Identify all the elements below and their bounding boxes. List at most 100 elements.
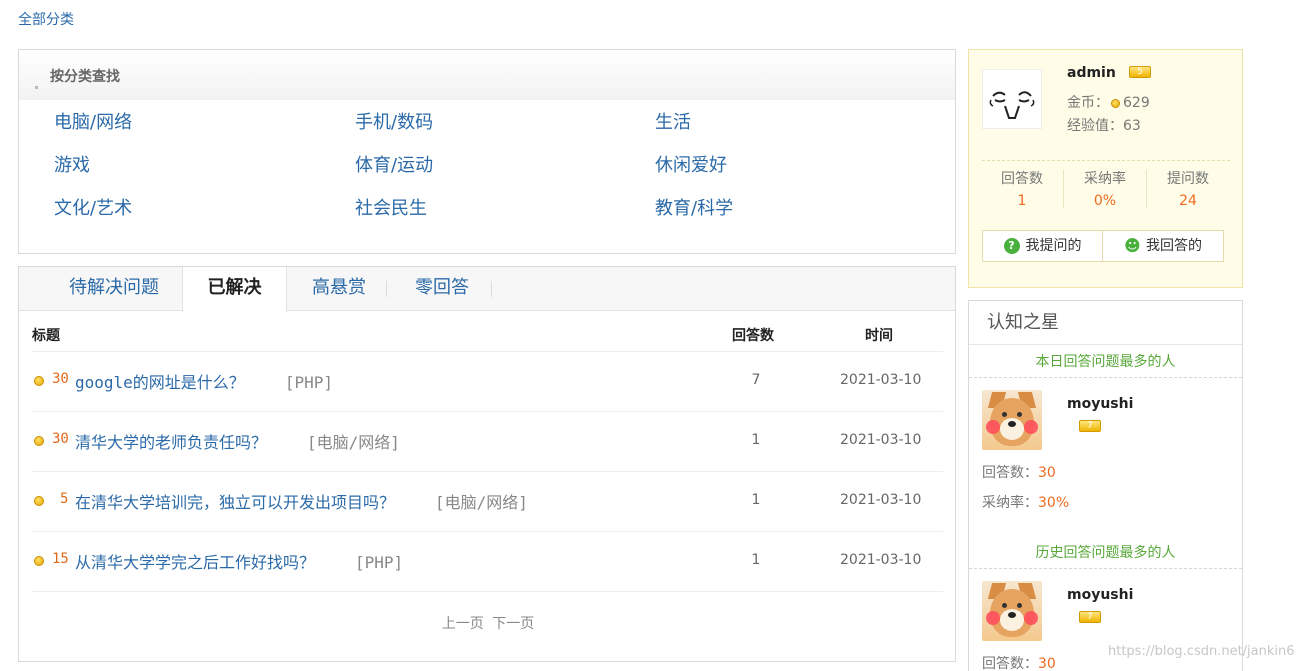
star-avatar[interactable] (982, 390, 1042, 450)
avatar-face-icon (989, 91, 1035, 119)
question-title[interactable]: 从清华大学学完之后工作好找吗？ (75, 553, 315, 572)
question-date: 2021-03-10 (840, 552, 922, 568)
tab-unsolved[interactable]: 待解决问题 (69, 267, 159, 311)
question-tag[interactable]: [PHP] (285, 373, 333, 392)
user-check-icon: ☻ (1124, 236, 1141, 255)
category-link[interactable]: 体育/运动 (355, 151, 433, 177)
coins-label: 金币： (1067, 95, 1109, 111)
stat-value: 1 (1017, 193, 1027, 209)
reward-value: 30 (52, 371, 69, 387)
coin-icon (34, 376, 44, 386)
my-questions-button[interactable]: ? 我提问的 (983, 231, 1103, 261)
today-top-title: 本日回答问题最多的人 (1035, 354, 1176, 370)
stat-label: 回答数 (1001, 171, 1043, 187)
answer-count: 1 (751, 432, 761, 448)
answers-label: 回答数： (982, 656, 1038, 671)
level-badge: 7 (1079, 420, 1101, 432)
coin-icon (34, 496, 44, 506)
column-answers: 回答数 (732, 328, 774, 344)
stat-label: 采纳率 (1084, 171, 1126, 187)
divider (982, 160, 1230, 161)
history-top-title: 历史回答问题最多的人 (1035, 545, 1176, 561)
avatar-cheek (986, 420, 1000, 434)
avatar-eye (1002, 412, 1007, 417)
stars-panel: 认知之星 本日回答问题最多的人 moyushi 7 回答数：30 采纳率：30%… (968, 300, 1243, 671)
category-header: 按分类查找 (19, 50, 955, 100)
level-badge: 5 (1129, 66, 1151, 78)
question-title[interactable]: 在清华大学培训完，独立可以开发出项目吗？ (75, 493, 395, 512)
question-tabs: 待解决问题 已解决 高悬赏 零回答 (19, 267, 955, 312)
avatar-eye (1017, 603, 1022, 608)
my-answers-label: 我回答的 (1146, 238, 1202, 254)
avatar-cheek (1024, 611, 1038, 625)
reward-value: 30 (52, 431, 69, 447)
stat-label: 提问数 (1167, 171, 1209, 187)
category-link[interactable]: 生活 (655, 108, 691, 134)
exp-label: 经验值： (1067, 118, 1123, 134)
avatar-eye (1002, 603, 1007, 608)
answer-count: 7 (751, 372, 761, 388)
question-link[interactable]: 从清华大学学完之后工作好找吗？ [PHP] (75, 549, 403, 573)
question-tag[interactable]: [PHP] (355, 553, 403, 572)
star-answers: 回答数：30 (982, 653, 1056, 671)
star-avatar[interactable] (982, 581, 1042, 641)
my-questions-label: 我提问的 (1025, 238, 1082, 254)
coin-icon (34, 556, 44, 566)
column-title: 标题 (32, 328, 60, 344)
exp-value: 63 (1123, 118, 1141, 134)
tab-solved[interactable]: 已解决 (182, 267, 287, 312)
category-link[interactable]: 电脑/网络 (54, 108, 132, 134)
category-link[interactable]: 文化/艺术 (54, 194, 132, 220)
question-tag[interactable]: [电脑/网络] (307, 433, 400, 452)
table-row: 30 google的网址是什么？ [PHP] 7 2021-03-10 (32, 351, 943, 411)
pagination: 上一页 下一页 (19, 613, 957, 633)
question-tag[interactable]: [电脑/网络] (435, 493, 528, 512)
divider (969, 377, 1242, 378)
category-link[interactable]: 游戏 (54, 151, 90, 177)
avatar-cheek (1024, 420, 1038, 434)
avatar-eye (1017, 412, 1022, 417)
user-name[interactable]: admin (1067, 65, 1116, 81)
category-link[interactable]: 手机/数码 (355, 108, 433, 134)
tab-divider (491, 281, 492, 297)
category-link[interactable]: 教育/科学 (655, 194, 733, 220)
avatar-nose (1008, 612, 1016, 618)
table-row: 5 在清华大学培训完，独立可以开发出项目吗？ [电脑/网络] 1 2021-03-… (32, 471, 943, 531)
user-coins: 金币： 629 (1067, 92, 1150, 112)
question-link[interactable]: google的网址是什么？ [PHP] (75, 369, 333, 393)
category-link[interactable]: 休闲爱好 (655, 151, 727, 177)
question-link[interactable]: 清华大学的老师负责任吗？ [电脑/网络] (75, 429, 400, 453)
answers-value: 30 (1038, 656, 1056, 671)
star-accept-rate: 采纳率：30% (982, 492, 1069, 512)
question-title[interactable]: google的网址是什么？ (75, 373, 245, 392)
coins-value: 629 (1123, 95, 1150, 111)
prev-page-link[interactable]: 上一页 (442, 616, 484, 632)
table-row: 15 从清华大学学完之后工作好找吗？ [PHP] 1 2021-03-10 (32, 531, 943, 591)
answer-count: 1 (751, 492, 761, 508)
rate-label: 采纳率： (982, 495, 1038, 511)
star-user-name[interactable]: moyushi (1067, 587, 1133, 603)
tab-high-reward[interactable]: 高悬赏 (312, 267, 366, 311)
question-date: 2021-03-10 (840, 432, 922, 448)
star-answers: 回答数：30 (982, 462, 1056, 482)
bullet-icon (35, 86, 38, 89)
user-avatar[interactable] (982, 69, 1042, 129)
tab-zero-answer[interactable]: 零回答 (415, 267, 469, 311)
star-user-name[interactable]: moyushi (1067, 396, 1133, 412)
coin-icon (1111, 98, 1120, 108)
category-link[interactable]: 社会民生 (355, 194, 427, 220)
reward-value: 15 (52, 551, 69, 567)
avatar-cheek (986, 611, 1000, 625)
question-link[interactable]: 在清华大学培训完，独立可以开发出项目吗？ [电脑/网络] (75, 489, 528, 513)
my-answers-button[interactable]: ☻ 我回答的 (1103, 231, 1223, 261)
table-row: 30 清华大学的老师负责任吗？ [电脑/网络] 1 2021-03-10 (32, 411, 943, 471)
question-title[interactable]: 清华大学的老师负责任吗？ (75, 433, 267, 452)
stat-value: 0% (1093, 193, 1117, 209)
category-box: 按分类查找 电脑/网络 手机/数码 生活 游戏 体育/运动 休闲爱好 文化/艺术… (18, 49, 956, 254)
tab-divider (386, 281, 387, 297)
next-page-link[interactable]: 下一页 (492, 616, 534, 632)
breadcrumb-all-categories[interactable]: 全部分类 (18, 9, 74, 29)
category-title: 按分类查找 (50, 69, 120, 85)
question-icon: ? (1003, 238, 1020, 254)
level-badge: 7 (1079, 611, 1101, 623)
